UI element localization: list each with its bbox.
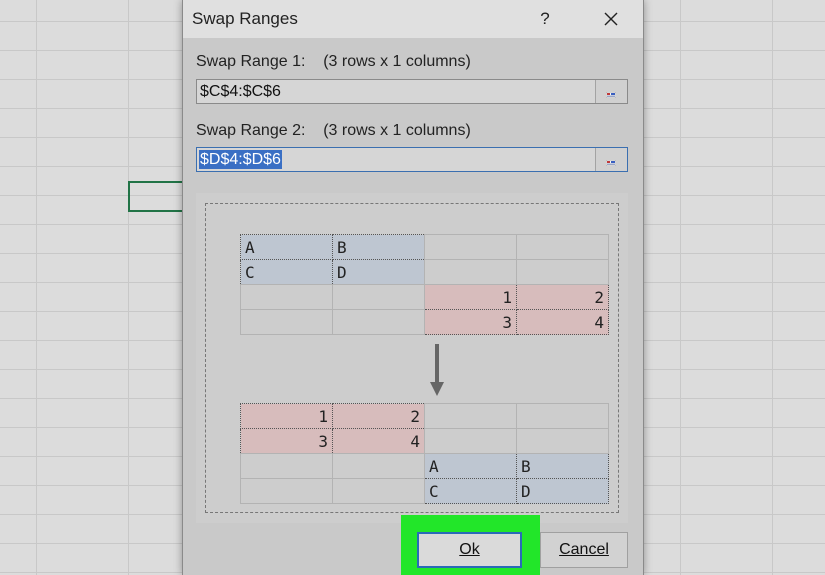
preview-cell: D <box>516 478 609 504</box>
preview-cell <box>424 234 517 260</box>
table-row: C D <box>240 259 609 285</box>
preview-cell: 2 <box>332 403 425 429</box>
swap-range-1-value: $C$4:$C$6 <box>200 83 281 100</box>
preview-cell: D <box>332 259 425 285</box>
swap-ranges-dialog: Swap Ranges ? Swap Range 1: (3 rows x 1 … <box>182 0 644 575</box>
swap-range-1-input[interactable]: $C$4:$C$6 <box>196 79 628 104</box>
preview-before-table: A B C D 1 2 3 4 <box>240 234 609 335</box>
preview-cell: 3 <box>240 428 333 454</box>
preview-cell <box>516 403 609 429</box>
preview-cell <box>332 478 425 504</box>
table-row: A B <box>240 234 609 260</box>
table-row: 3 4 <box>240 309 609 335</box>
preview-cell <box>332 284 425 310</box>
dialog-title: Swap Ranges <box>192 9 298 28</box>
preview-cell: 4 <box>516 309 609 335</box>
preview-cell: C <box>240 259 333 285</box>
preview-cell <box>424 403 517 429</box>
arrow-down-icon <box>430 344 444 396</box>
range-select-icon <box>606 160 616 166</box>
preview-cell: 1 <box>424 284 517 310</box>
ok-button-label: Ok <box>459 541 480 558</box>
preview-cell <box>240 478 333 504</box>
swap-range-2-input[interactable]: $D$4:$D$6 <box>196 147 628 172</box>
preview-cell: A <box>424 453 517 479</box>
preview-cell <box>424 428 517 454</box>
dialog-titlebar: Swap Ranges ? <box>183 0 643 38</box>
preview-cell <box>240 453 333 479</box>
preview-cell: A <box>240 234 333 260</box>
preview-cell: 4 <box>332 428 425 454</box>
table-row: C D <box>240 478 609 504</box>
table-row: 3 4 <box>240 428 609 454</box>
preview-cell: 2 <box>516 284 609 310</box>
close-icon <box>604 12 618 26</box>
preview-cell <box>424 259 517 285</box>
swap-range-2-label: Swap Range 2: (3 rows x 1 columns) <box>196 122 471 139</box>
cancel-button-label: Cancel <box>559 541 609 558</box>
preview-cell <box>332 309 425 335</box>
swap-range-1-picker-button[interactable] <box>595 80 627 103</box>
swap-range-1-label: Swap Range 1: (3 rows x 1 columns) <box>196 53 471 70</box>
preview-cell <box>240 284 333 310</box>
preview-cell: B <box>332 234 425 260</box>
active-cell[interactable] <box>128 181 184 212</box>
table-row: A B <box>240 453 609 479</box>
range-select-icon <box>606 92 616 98</box>
swap-range-2-value: $D$4:$D$6 <box>199 150 282 169</box>
close-button[interactable] <box>596 4 626 34</box>
preview-cell <box>516 259 609 285</box>
preview-after-table: 1 2 3 4 A B C D <box>240 403 609 504</box>
swap-preview-panel: A B C D 1 2 3 4 1 2 3 4 A B C D <box>196 193 628 523</box>
table-row: 1 2 <box>240 403 609 429</box>
table-row: 1 2 <box>240 284 609 310</box>
preview-cell: 1 <box>240 403 333 429</box>
preview-cell <box>516 234 609 260</box>
help-button[interactable]: ? <box>533 6 557 32</box>
swap-preview-frame: A B C D 1 2 3 4 1 2 3 4 A B C D <box>205 203 619 513</box>
preview-cell <box>516 428 609 454</box>
cancel-button[interactable]: Cancel <box>540 532 628 568</box>
swap-range-2-picker-button[interactable] <box>595 148 627 171</box>
ok-button[interactable]: Ok <box>417 532 522 568</box>
preview-cell: C <box>424 478 517 504</box>
preview-cell: B <box>516 453 609 479</box>
preview-cell <box>332 453 425 479</box>
preview-cell <box>240 309 333 335</box>
preview-cell: 3 <box>424 309 517 335</box>
